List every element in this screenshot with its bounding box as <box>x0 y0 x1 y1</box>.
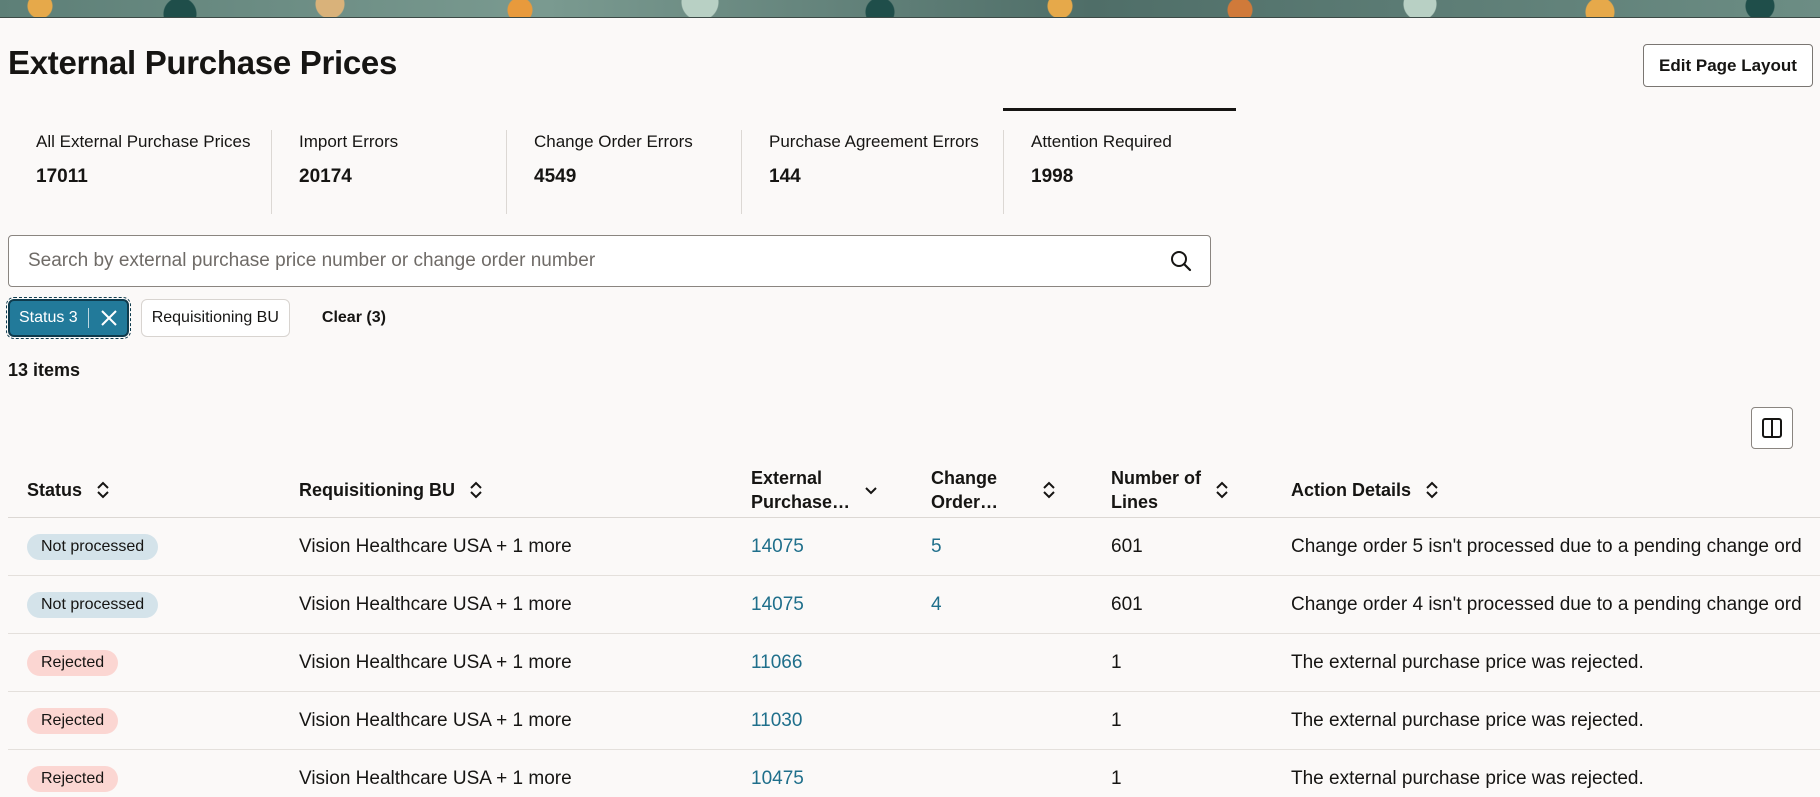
active-tab-indicator <box>1003 108 1236 111</box>
sort-icon <box>1216 481 1228 499</box>
external-purchase-price-link[interactable]: 11030 <box>751 692 802 750</box>
column-header-status[interactable]: Status <box>27 464 110 516</box>
tab-count: 144 <box>769 166 801 187</box>
page-title: External Purchase Prices <box>8 44 398 81</box>
tab-count: 20174 <box>299 166 352 187</box>
tab-label: Import Errors <box>299 132 399 151</box>
table-row[interactable]: Rejected Vision Healthcare USA + 1 more … <box>8 692 1820 750</box>
tab-label: All External Purchase Prices <box>36 132 251 151</box>
number-of-lines-cell: 601 <box>1111 594 1143 615</box>
tab-attention-required[interactable]: Attention Required 1998 <box>1003 108 1238 214</box>
sort-icon <box>1043 481 1055 499</box>
action-details-cell: The external purchase price was rejected… <box>1291 652 1644 673</box>
table-header: Status Requisitioning BU External Purchas… <box>8 460 1820 518</box>
column-header-change-order[interactable]: Change Order… <box>931 464 1056 516</box>
status-badge: Not processed <box>27 534 159 560</box>
tab-label: Purchase Agreement Errors <box>769 132 979 151</box>
columns-icon <box>1762 418 1782 438</box>
number-of-lines-cell: 1 <box>1111 710 1122 731</box>
number-of-lines-cell: 1 <box>1111 768 1122 789</box>
change-order-link[interactable]: 5 <box>931 518 942 576</box>
sort-icon <box>470 481 482 499</box>
chip-separator <box>87 308 89 328</box>
column-header-action-details[interactable]: Action Details <box>1291 464 1439 516</box>
table-row[interactable]: Rejected Vision Healthcare USA + 1 more … <box>8 750 1820 797</box>
tab-divider <box>1003 130 1004 214</box>
external-purchase-price-link[interactable]: 14075 <box>751 576 804 634</box>
external-purchase-price-link[interactable]: 14075 <box>751 518 804 576</box>
sort-icon <box>97 481 109 499</box>
status-filter-label: Status 3 <box>19 309 78 326</box>
action-details-cell: Change order 4 isn't processed due to a … <box>1291 594 1802 615</box>
table-row[interactable]: Rejected Vision Healthcare USA + 1 more … <box>8 634 1820 692</box>
tab-divider <box>271 130 272 214</box>
tab-import-errors[interactable]: Import Errors 20174 <box>271 110 506 214</box>
requisitioning-bu-cell: Vision Healthcare USA + 1 more <box>299 710 572 731</box>
header-banner <box>0 0 1820 18</box>
tab-divider <box>506 130 507 214</box>
tab-label: Attention Required <box>1031 132 1172 151</box>
search-input[interactable] <box>28 250 1148 272</box>
action-details-cell: The external purchase price was rejected… <box>1291 768 1644 789</box>
change-order-link[interactable]: 4 <box>931 576 942 634</box>
table-row[interactable]: Not processed Vision Healthcare USA + 1 … <box>8 576 1820 634</box>
clear-filters-button[interactable]: Clear (3) <box>312 309 396 327</box>
column-header-requisitioning-bu[interactable]: Requisitioning BU <box>299 464 483 516</box>
requisitioning-bu-filter-chip[interactable]: Requisitioning BU <box>140 299 290 337</box>
requisitioning-bu-cell: Vision Healthcare USA + 1 more <box>299 768 572 789</box>
number-of-lines-cell: 1 <box>1111 652 1122 673</box>
requisitioning-bu-cell: Vision Healthcare USA + 1 more <box>299 652 572 673</box>
close-icon[interactable] <box>99 308 119 328</box>
results-count: 13 items <box>8 360 81 380</box>
requisitioning-bu-cell: Vision Healthcare USA + 1 more <box>299 536 572 557</box>
search-icon[interactable] <box>1170 250 1192 272</box>
edit-page-layout-button[interactable]: Edit Page Layout <box>1643 44 1813 87</box>
tab-change-order-errors[interactable]: Change Order Errors 4549 <box>506 110 741 214</box>
status-filter-chip[interactable]: Status 3 <box>6 297 131 339</box>
requisitioning-bu-cell: Vision Healthcare USA + 1 more <box>299 594 572 615</box>
tab-all-external-purchase-prices[interactable]: All External Purchase Prices 17011 <box>8 110 271 210</box>
status-badge: Rejected <box>27 708 119 734</box>
table-row[interactable]: Not processed Vision Healthcare USA + 1 … <box>8 518 1820 576</box>
tab-count: 4549 <box>534 166 577 187</box>
status-badge: Not processed <box>27 592 159 618</box>
sort-icon <box>1426 481 1438 499</box>
status-badge: Rejected <box>27 766 119 792</box>
sort-descending-icon <box>865 487 877 495</box>
column-header-number-of-lines[interactable]: Number of Lines <box>1111 464 1229 516</box>
tab-count: 1998 <box>1031 166 1074 187</box>
action-details-cell: Change order 5 isn't processed due to a … <box>1291 536 1802 557</box>
tab-divider <box>741 130 742 214</box>
column-header-external-purchase-price[interactable]: External Purchase… <box>751 464 878 516</box>
search-box <box>8 235 1211 287</box>
tab-label: Change Order Errors <box>534 132 693 151</box>
external-purchase-price-link[interactable]: 11066 <box>751 634 802 692</box>
tab-purchase-agreement-errors[interactable]: Purchase Agreement Errors 144 <box>741 110 1003 214</box>
external-purchase-price-link[interactable]: 10475 <box>751 750 804 797</box>
status-badge: Rejected <box>27 650 119 676</box>
action-details-cell: The external purchase price was rejected… <box>1291 710 1644 731</box>
manage-columns-button[interactable] <box>1751 407 1793 449</box>
number-of-lines-cell: 601 <box>1111 536 1143 557</box>
summary-tabs: All External Purchase Prices 17011 Impor… <box>8 108 1248 214</box>
filter-chips: Status 3 Requisitioning BU Clear (3) <box>6 297 396 339</box>
tab-count: 17011 <box>36 166 88 187</box>
results-table: Status Requisitioning BU External Purchas… <box>8 460 1820 797</box>
